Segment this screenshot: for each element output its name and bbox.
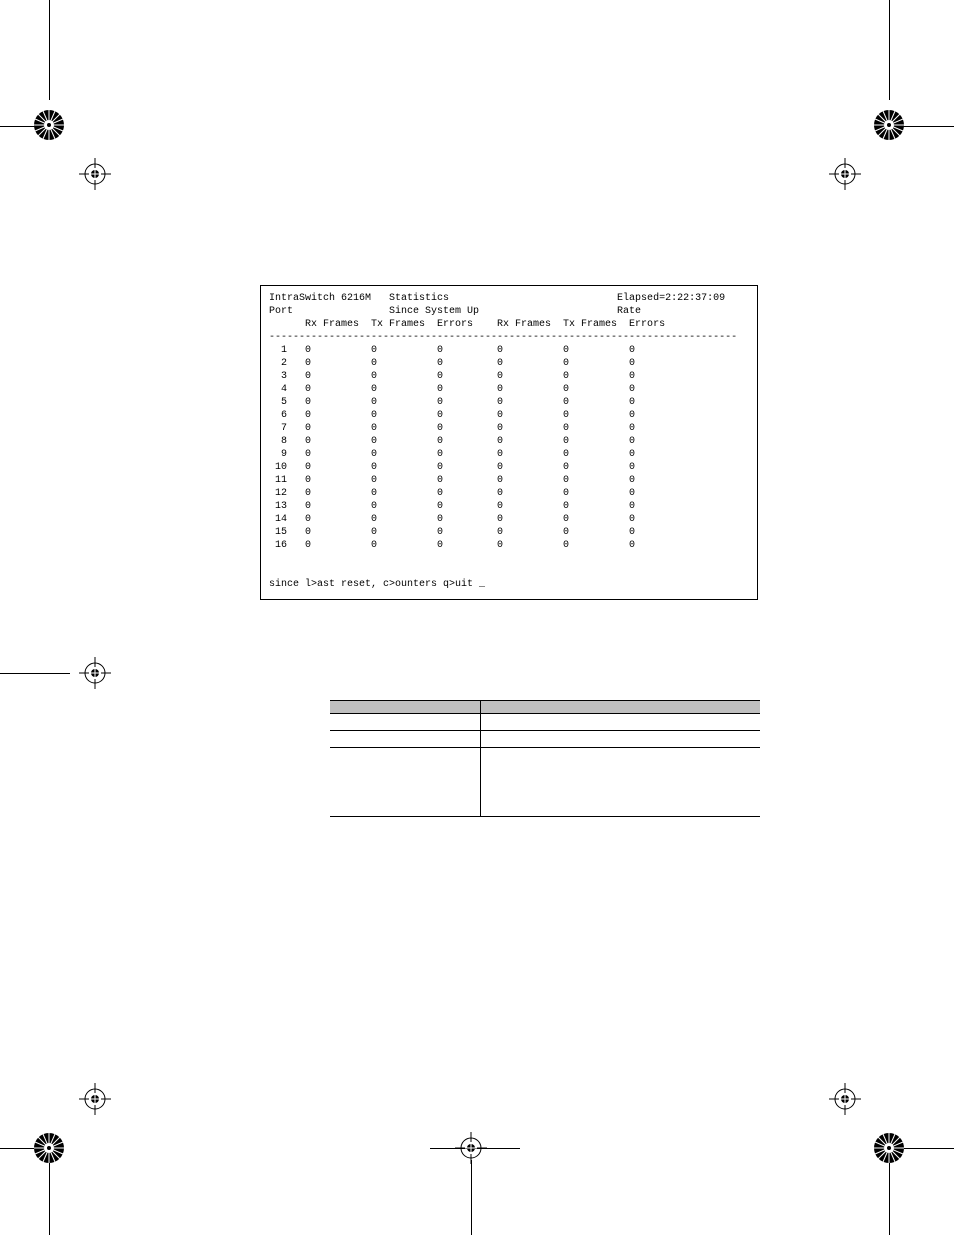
terminal-text: IntraSwitch 6216M Statistics Elapsed=2:2… (269, 292, 749, 591)
table-row (330, 714, 760, 731)
crop-mark-icon (454, 1131, 488, 1165)
crop-mark-icon (828, 1082, 862, 1116)
crop-mark-icon (32, 1131, 66, 1165)
crop-mark-icon (78, 656, 112, 690)
crop-mark-icon (32, 108, 66, 142)
crop-mark-icon (828, 157, 862, 191)
table-header-left (330, 701, 481, 714)
crop-mark-icon (78, 157, 112, 191)
field-description-table (330, 700, 760, 817)
table-header-right (481, 701, 761, 714)
crop-mark-icon (78, 1082, 112, 1116)
table-row (330, 748, 760, 817)
terminal-screenshot: IntraSwitch 6216M Statistics Elapsed=2:2… (260, 285, 758, 600)
crop-mark-icon (872, 1131, 906, 1165)
table-row (330, 731, 760, 748)
crop-mark-icon (872, 108, 906, 142)
